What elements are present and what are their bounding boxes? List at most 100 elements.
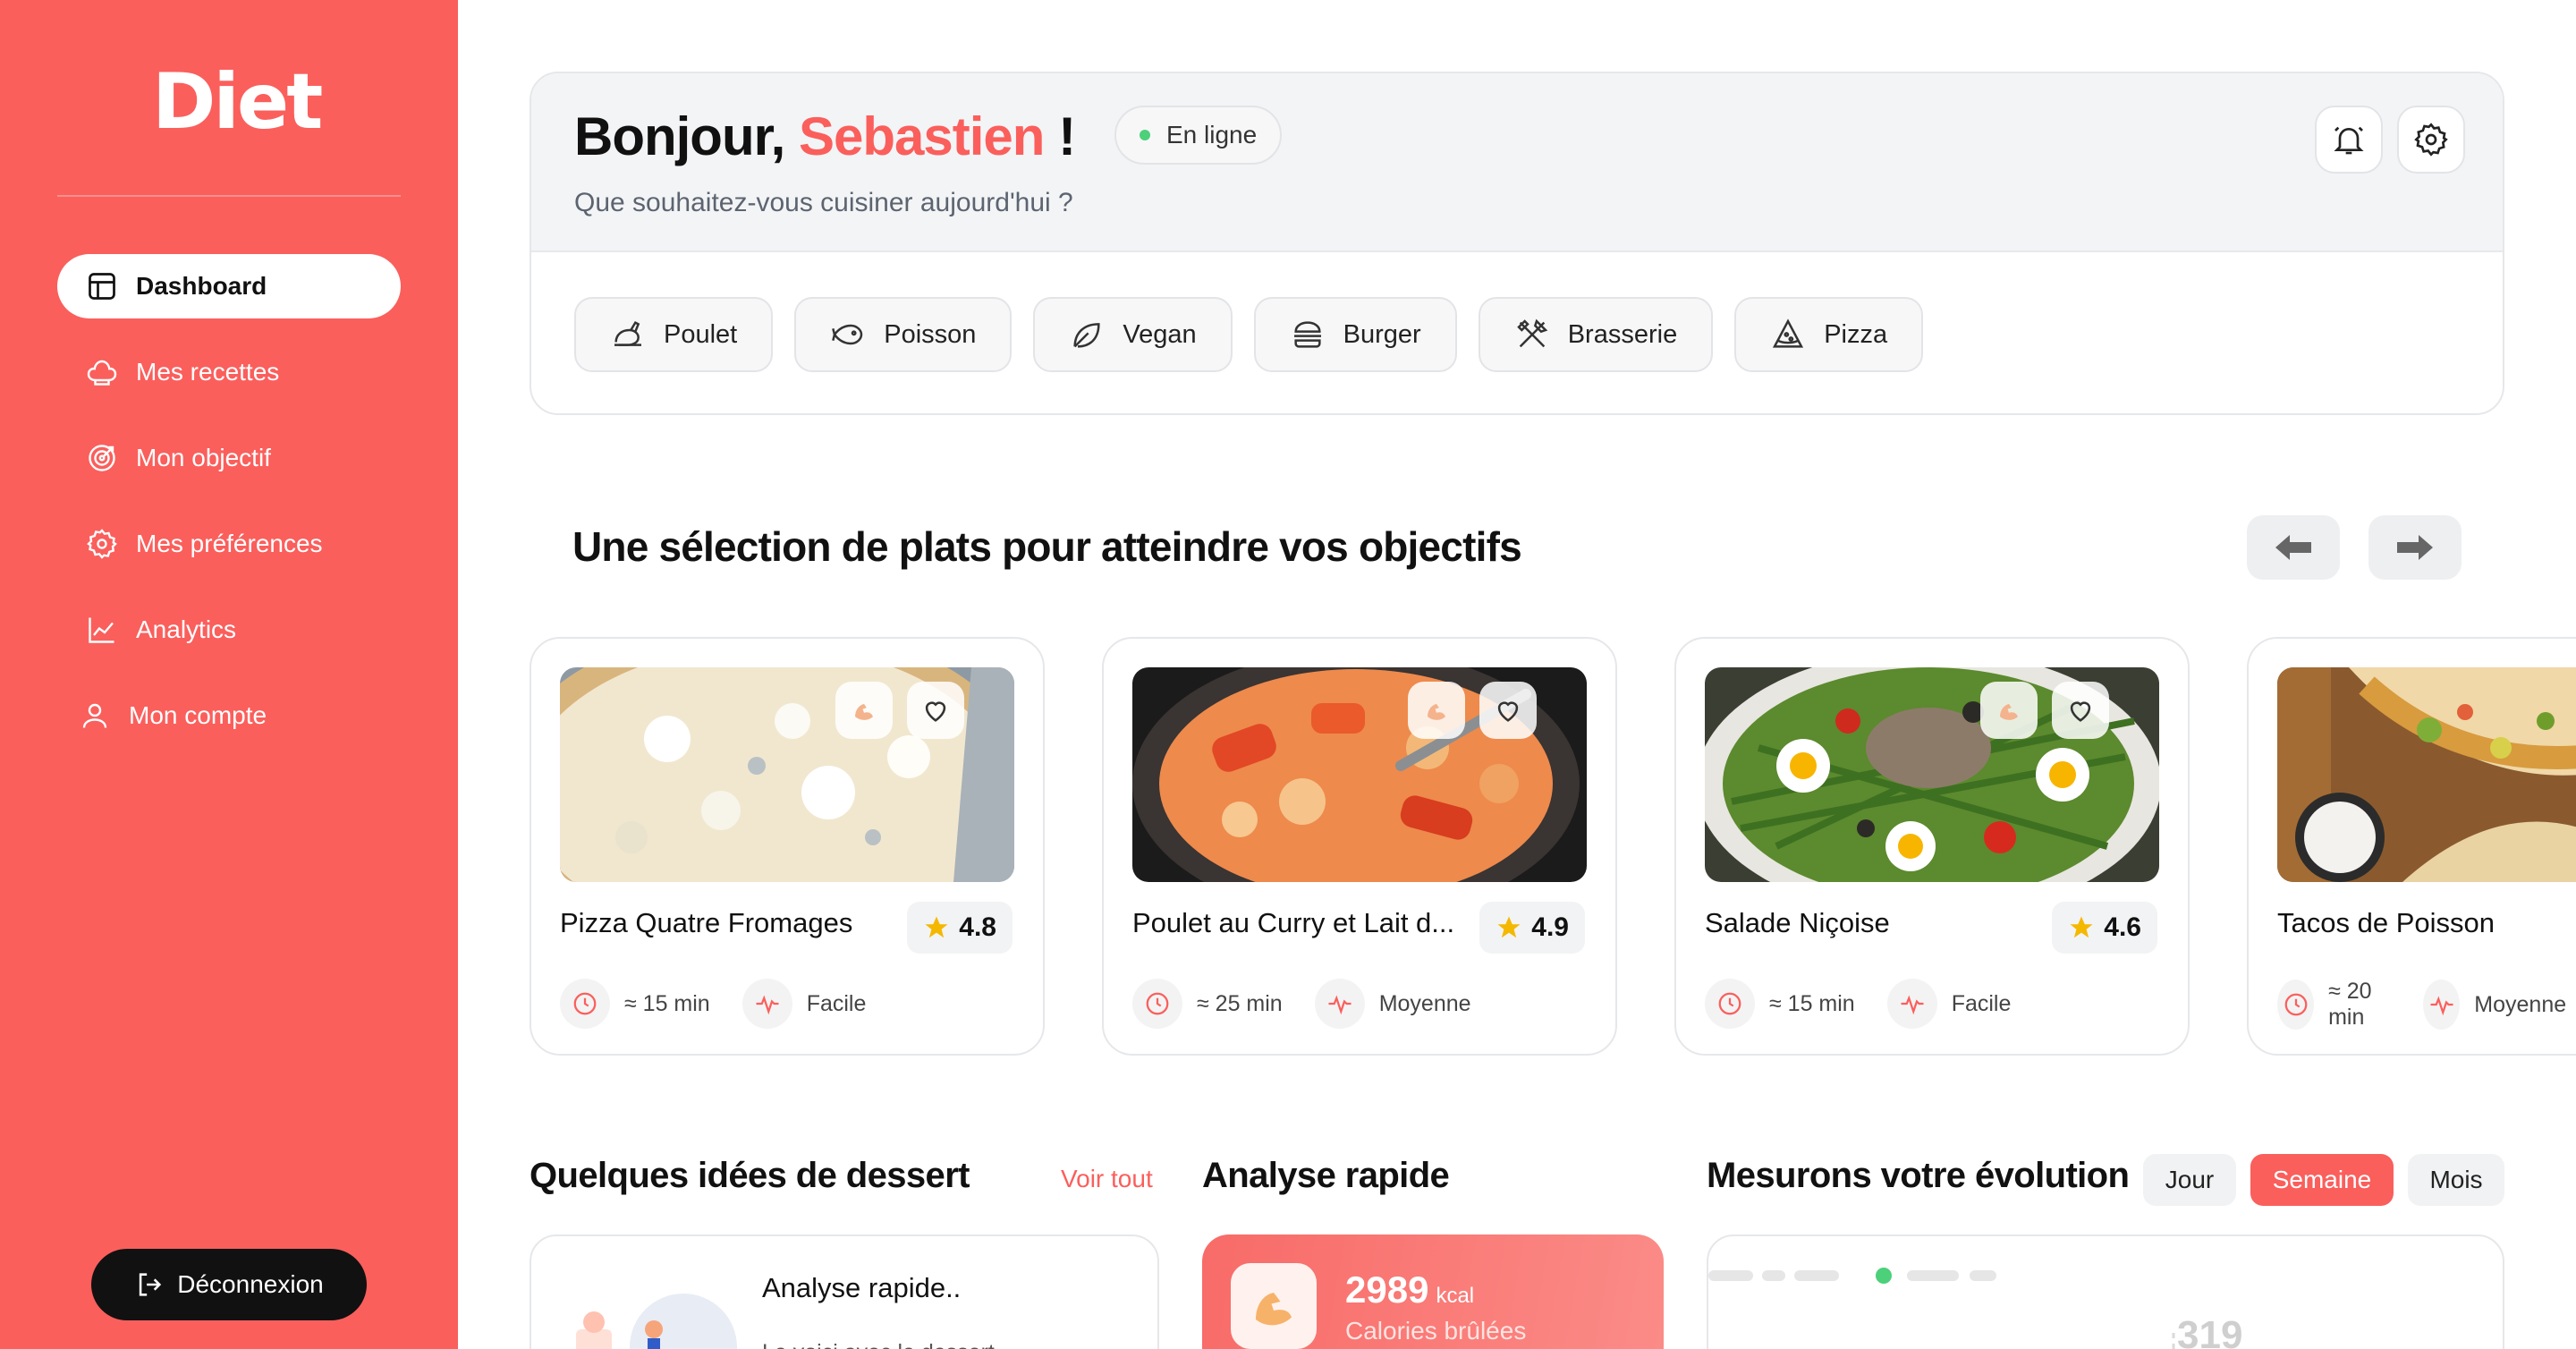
clock-icon [560, 979, 610, 1029]
online-dot-icon [1140, 130, 1150, 140]
sidebar-item-preferences[interactable]: Mes préférences [57, 512, 401, 576]
pizza-icon [1773, 318, 1804, 348]
sidebar-item-analytics[interactable]: Analytics [57, 598, 401, 662]
sidebar-item-label: Mes recettes [136, 358, 280, 386]
calories-card: 2989 kcal Calories brûlées [1202, 1234, 1664, 1349]
app-logo[interactable]: Diet [152, 57, 323, 147]
sidebar-divider [57, 195, 401, 197]
calories-unit: kcal [1436, 1284, 1475, 1308]
welcome-card: Bonjour, Sebastien ! En ligne Que souhai… [530, 72, 2504, 415]
clock-icon [1705, 979, 1755, 1029]
quick-analysis-title: Analyse rapide [1202, 1156, 1450, 1195]
sidebar-item-label: Mes préférences [136, 530, 323, 557]
sidebar-nav: Dashboard Mes recettes Mon objectif Mes … [57, 254, 401, 769]
heart-icon [2070, 701, 2091, 722]
burger-icon [1293, 321, 1321, 348]
see-all-link[interactable]: Voir tout [1061, 1165, 1153, 1193]
boost-button[interactable] [835, 682, 893, 739]
recipe-meta: ≈ 20 min Moyenne [2277, 979, 2576, 1031]
activity-icon [2423, 980, 2461, 1030]
carousel-next-button[interactable] [2368, 515, 2462, 580]
recipe-meta: ≈ 15 min Facile [1705, 979, 2043, 1029]
rating-badge: 4.8 [907, 902, 1013, 954]
category-chip-burger[interactable]: Burger [1253, 297, 1457, 372]
category-chip-brasserie[interactable]: Brasserie [1478, 297, 1714, 372]
heart-icon [1497, 701, 1519, 722]
category-chip-fish[interactable]: Poisson [794, 297, 1013, 372]
period-tab-month[interactable]: Mois [2408, 1154, 2504, 1206]
rating-value: 4.8 [959, 912, 996, 942]
recipe-name: Pizza Quatre Fromages [560, 907, 853, 938]
chip-label: Vegan [1123, 319, 1197, 349]
greeting-suffix: ! [1058, 106, 1076, 166]
logout-icon [140, 1273, 162, 1296]
recipe-image [2277, 667, 2576, 882]
favorite-button[interactable] [2052, 682, 2109, 739]
boost-button[interactable] [1408, 682, 1465, 739]
sidebar-item-recipes[interactable]: Mes recettes [57, 340, 401, 404]
welcome-header: Bonjour, Sebastien ! En ligne Que souhai… [531, 73, 2503, 252]
category-chip-pizza[interactable]: Pizza [1734, 297, 1924, 372]
rating-badge: 4.6 [2052, 902, 2157, 954]
dessert-card-desc: Le voici avec le dessert... [762, 1340, 1013, 1349]
favorite-button[interactable] [907, 682, 964, 739]
evolution-title: Mesurons votre évolution [1707, 1156, 2130, 1195]
settings-button[interactable] [2397, 106, 2465, 174]
chicken-icon [614, 321, 641, 346]
category-chips: Poulet Poisson Vegan Burger Brasserie Pi… [574, 297, 1945, 372]
selection-title: Une sélection de plats pour atteindre vo… [572, 523, 1522, 570]
greeting: Bonjour, Sebastien ! [574, 106, 1076, 167]
status-badge: En ligne [1114, 106, 1283, 165]
chip-label: Brasserie [1567, 319, 1678, 349]
evolution-value: 319 [2177, 1313, 2243, 1349]
status-label: En ligne [1166, 121, 1258, 148]
logout-button[interactable]: Déconnexion [91, 1249, 367, 1320]
welcome-subtitle: Que souhaitez-vous cuisiner aujourd'hui … [574, 188, 1073, 217]
recipe-name: Poulet au Curry et Lait d... [1132, 907, 1455, 938]
activity-icon [1886, 979, 1937, 1029]
activity-icon [741, 979, 792, 1029]
sidebar: Diet Dashboard Mes recettes Mon objectif… [0, 0, 458, 1349]
star-icon [925, 916, 948, 938]
recipe-difficulty: Facile [806, 990, 867, 1016]
gear-icon [87, 529, 117, 559]
clock-icon [1132, 979, 1182, 1029]
recipe-name: Salade Niçoise [1705, 907, 1890, 938]
user-icon [82, 703, 107, 728]
boost-button[interactable] [1980, 682, 2038, 739]
period-tab-day[interactable]: Jour [2143, 1154, 2236, 1206]
category-chip-chicken[interactable]: Poulet [574, 297, 774, 372]
recipe-difficulty: Facile [1951, 990, 2012, 1016]
dessert-card-title: Analyse rapide.. [762, 1272, 962, 1303]
recipe-card[interactable]: Salade Niçoise 4.6 ≈ 15 min Facile [1674, 637, 2190, 1056]
sidebar-item-objective[interactable]: Mon objectif [57, 426, 401, 490]
star-icon [1497, 916, 1521, 938]
recipe-card[interactable]: Tacos de Poisson ≈ 20 min Moyenne [2247, 637, 2576, 1056]
chip-label: Poisson [884, 319, 977, 349]
chip-label: Burger [1343, 319, 1421, 349]
recipe-card[interactable]: Pizza Quatre Fromages 4.8 ≈ 15 min Facil… [530, 637, 1045, 1056]
fish-icon [832, 324, 863, 345]
calories-value: 2989 kcal [1345, 1268, 1474, 1311]
dessert-card[interactable]: Analyse rapide.. Le voici avec le desser… [530, 1234, 1159, 1349]
star-icon [2070, 916, 2093, 938]
leaf-icon [1073, 323, 1100, 348]
category-chip-vegan[interactable]: Vegan [1033, 297, 1233, 372]
arrow-left-icon [2275, 535, 2311, 560]
sidebar-item-label: Dashboard [136, 272, 267, 300]
desserts-title: Quelques idées de dessert [530, 1156, 970, 1195]
recipe-card[interactable]: Poulet au Curry et Lait d... 4.9 ≈ 25 mi… [1102, 637, 1617, 1056]
sidebar-item-dashboard[interactable]: Dashboard [57, 254, 401, 318]
bell-icon [2334, 126, 2364, 155]
recipe-time: ≈ 25 min [1197, 990, 1283, 1016]
clock-icon [2277, 980, 2315, 1030]
chip-label: Poulet [664, 319, 738, 349]
sidebar-item-account[interactable]: Mon compte [57, 683, 401, 748]
period-tab-week[interactable]: Semaine [2250, 1154, 2394, 1206]
chip-label: Pizza [1824, 319, 1888, 349]
activity-icon [1314, 979, 1365, 1029]
muscle-icon [855, 703, 873, 720]
favorite-button[interactable] [1479, 682, 1537, 739]
carousel-prev-button[interactable] [2247, 515, 2340, 580]
notifications-button[interactable] [2315, 106, 2383, 174]
